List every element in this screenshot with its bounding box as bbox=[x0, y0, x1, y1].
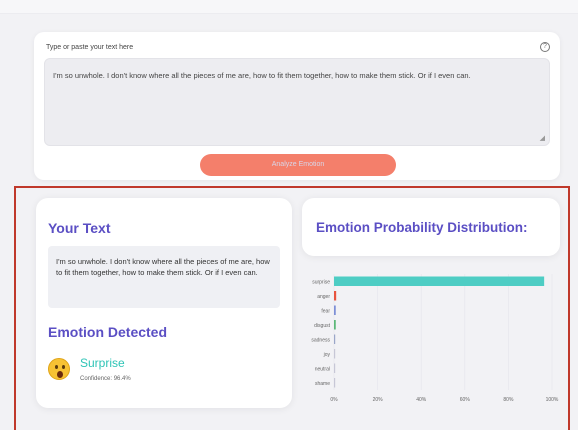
chart-x-tick-label: 60% bbox=[460, 397, 471, 403]
emotion-detected-title: Emotion Detected bbox=[48, 324, 168, 340]
chart-category-label: surprise bbox=[312, 279, 330, 285]
chart-bar-neutral bbox=[334, 363, 336, 373]
chart-bar-fear bbox=[334, 305, 336, 315]
text-input-area[interactable]: I'm so unwhole. I don't know where all t… bbox=[44, 58, 550, 146]
chart-bar-surprise bbox=[334, 276, 545, 286]
confidence-value: Confidence: 96.4% bbox=[80, 376, 131, 382]
emoji-mouth bbox=[57, 371, 63, 378]
chart-category-label: fear bbox=[321, 308, 330, 314]
chart-x-tick-label: 100% bbox=[546, 397, 559, 403]
surprised-face-icon bbox=[48, 358, 70, 380]
emoji-left-eye bbox=[55, 365, 58, 369]
chart-category-label: sadness bbox=[311, 337, 330, 343]
chart-title-card: Emotion Probability Distribution: bbox=[302, 198, 560, 256]
text-input-card: Type or paste your text here ? I'm so un… bbox=[34, 32, 560, 180]
your-text-card: Your Text I'm so unwhole. I don't know w… bbox=[36, 198, 292, 408]
help-icon[interactable]: ? bbox=[540, 42, 550, 52]
chart-bar-disgust bbox=[334, 320, 336, 330]
chart-bar-anger bbox=[334, 291, 337, 301]
input-label: Type or paste your text here bbox=[46, 44, 134, 51]
chart-category-label: neutral bbox=[315, 366, 330, 372]
your-text-title: Your Text bbox=[48, 220, 111, 236]
chart-x-tick-label: 80% bbox=[503, 397, 514, 403]
text-input-value: I'm so unwhole. I don't know where all t… bbox=[53, 71, 471, 80]
emoji-right-eye bbox=[62, 365, 65, 369]
chart-bar-joy bbox=[334, 349, 336, 359]
chart-category-label: anger bbox=[317, 294, 330, 300]
analyze-emotion-button[interactable]: Analyze Emotion bbox=[200, 154, 396, 176]
chart-category-label: shame bbox=[315, 381, 330, 387]
chart-x-tick-label: 0% bbox=[330, 397, 338, 403]
chart-bar-sadness bbox=[334, 334, 336, 344]
top-strip bbox=[0, 0, 578, 14]
emotion-probability-chart: 0% 20% 40% 60% 80% 100% surprise anger fear disgu… bbox=[311, 274, 559, 403]
resize-handle-icon[interactable]: ◢ bbox=[540, 134, 545, 142]
chart-bar-shame bbox=[334, 378, 336, 388]
chart-category-label: joy bbox=[323, 352, 331, 358]
chart-title: Emotion Probability Distribution: bbox=[316, 220, 528, 235]
chart-x-tick-label: 40% bbox=[416, 397, 427, 403]
detected-emotion-name: Surprise bbox=[80, 356, 125, 370]
your-text-box: I'm so unwhole. I don't know where all t… bbox=[48, 246, 280, 308]
chart-x-tick-label: 20% bbox=[373, 397, 384, 403]
your-text-value: I'm so unwhole. I don't know where all t… bbox=[56, 257, 270, 278]
chart-category-label: disgust bbox=[314, 323, 330, 329]
